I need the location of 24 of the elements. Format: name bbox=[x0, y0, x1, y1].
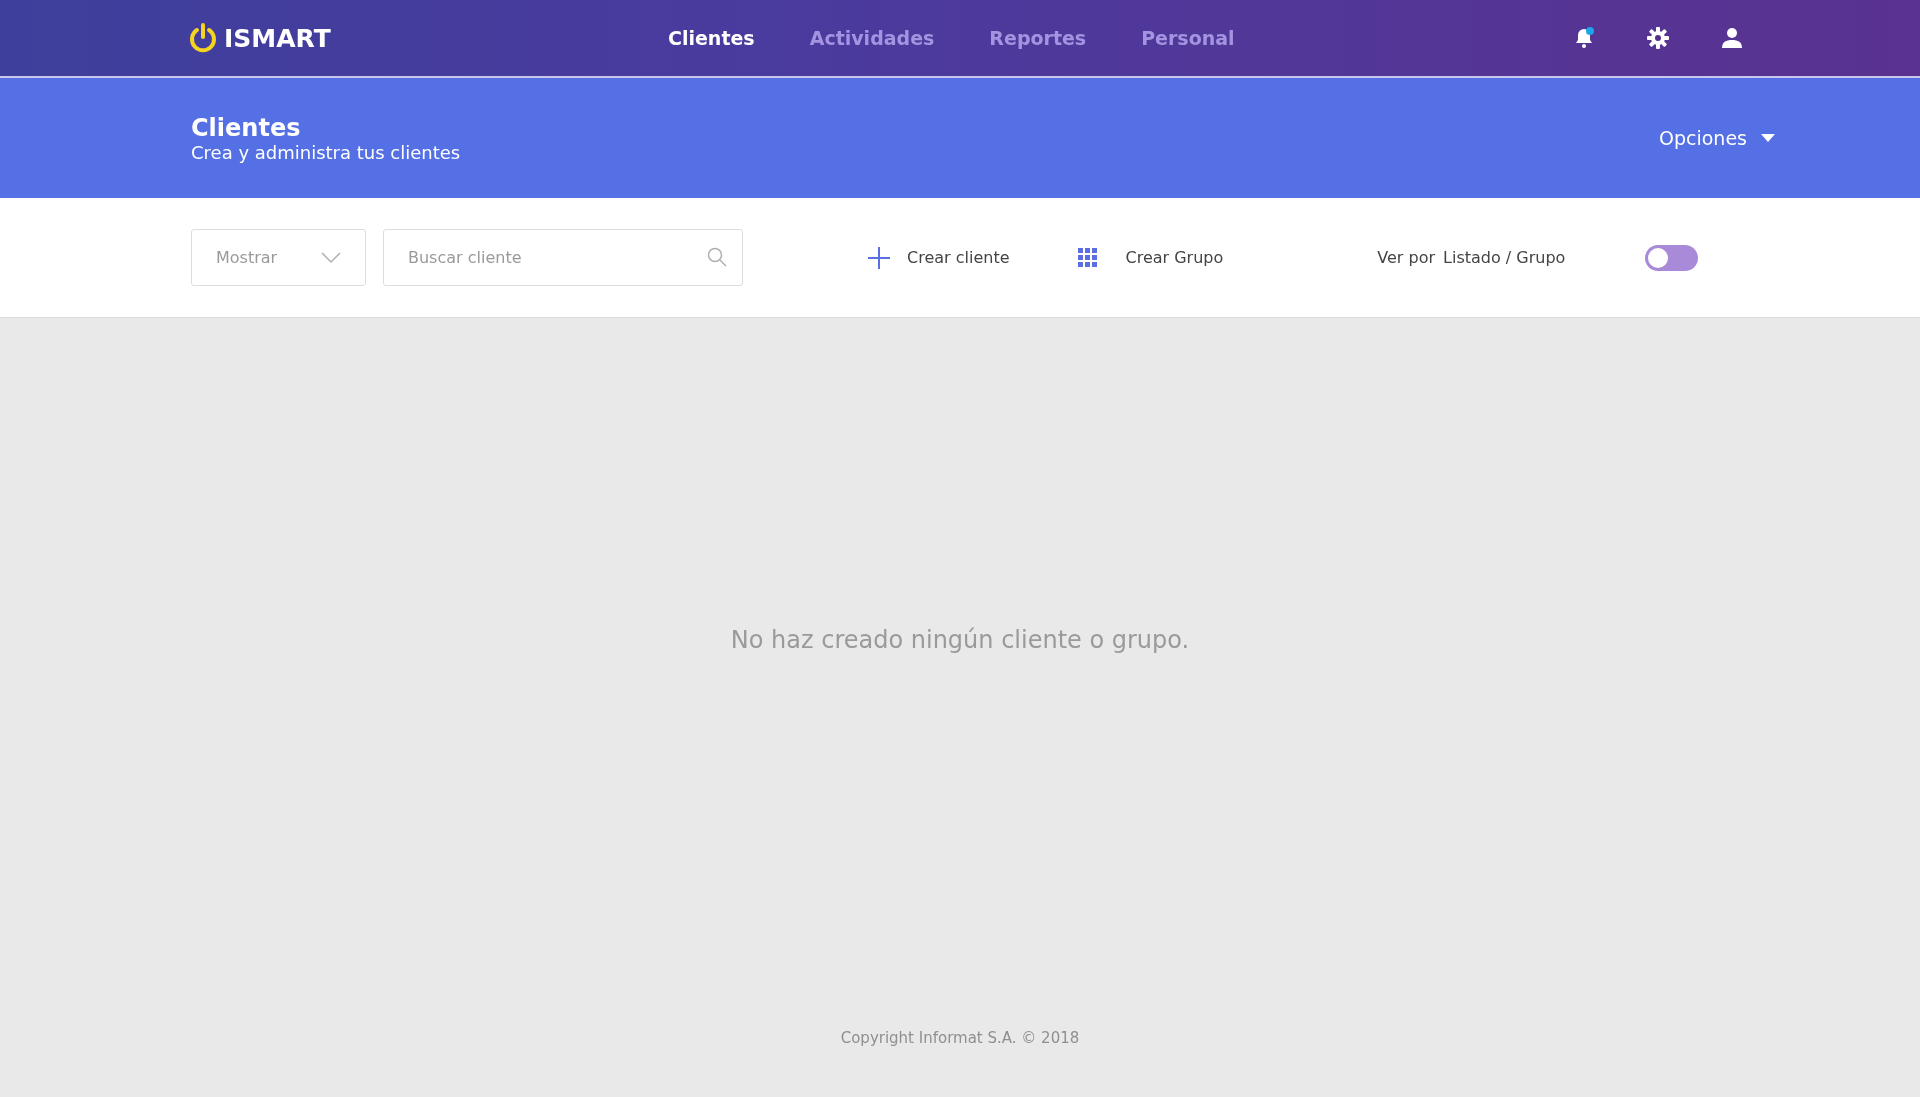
options-menu-button[interactable]: Opciones bbox=[1659, 123, 1775, 153]
nav-tab[interactable]: Reportes bbox=[989, 27, 1087, 49]
user-icon[interactable] bbox=[1720, 26, 1744, 50]
nav-tab[interactable]: Clientes bbox=[668, 27, 755, 49]
power-icon bbox=[188, 22, 218, 54]
plus-icon bbox=[867, 245, 891, 270]
copyright-footer: Copyright Informat S.A. © 2018 bbox=[840, 1029, 1080, 1047]
view-toggle[interactable] bbox=[1645, 244, 1699, 271]
create-client-button[interactable]: Crear cliente bbox=[863, 241, 1014, 274]
brand-name: ISMART bbox=[224, 23, 331, 53]
caret-icon bbox=[1761, 134, 1775, 142]
view-modes-label: Listado / Grupo bbox=[1443, 248, 1566, 267]
show-select[interactable]: Mostrar bbox=[191, 229, 366, 286]
nav-tab[interactable]: Actividades bbox=[809, 27, 935, 49]
create-group-button[interactable]: Crear Grupo bbox=[1073, 243, 1228, 272]
search-field[interactable]: Buscar cliente bbox=[383, 229, 743, 286]
view-by-label: Ver por bbox=[1377, 248, 1435, 267]
page-title: Clientes bbox=[191, 113, 302, 142]
search-icon bbox=[707, 247, 727, 267]
empty-state-message: No haz creado ningún cliente o grupo. bbox=[730, 626, 1190, 654]
chevron-down-icon bbox=[321, 251, 341, 264]
grid-icon bbox=[1077, 247, 1098, 268]
page-subtitle: Crea y administra tus clientes bbox=[191, 141, 461, 163]
nav-tab[interactable]: Personal bbox=[1141, 27, 1235, 49]
